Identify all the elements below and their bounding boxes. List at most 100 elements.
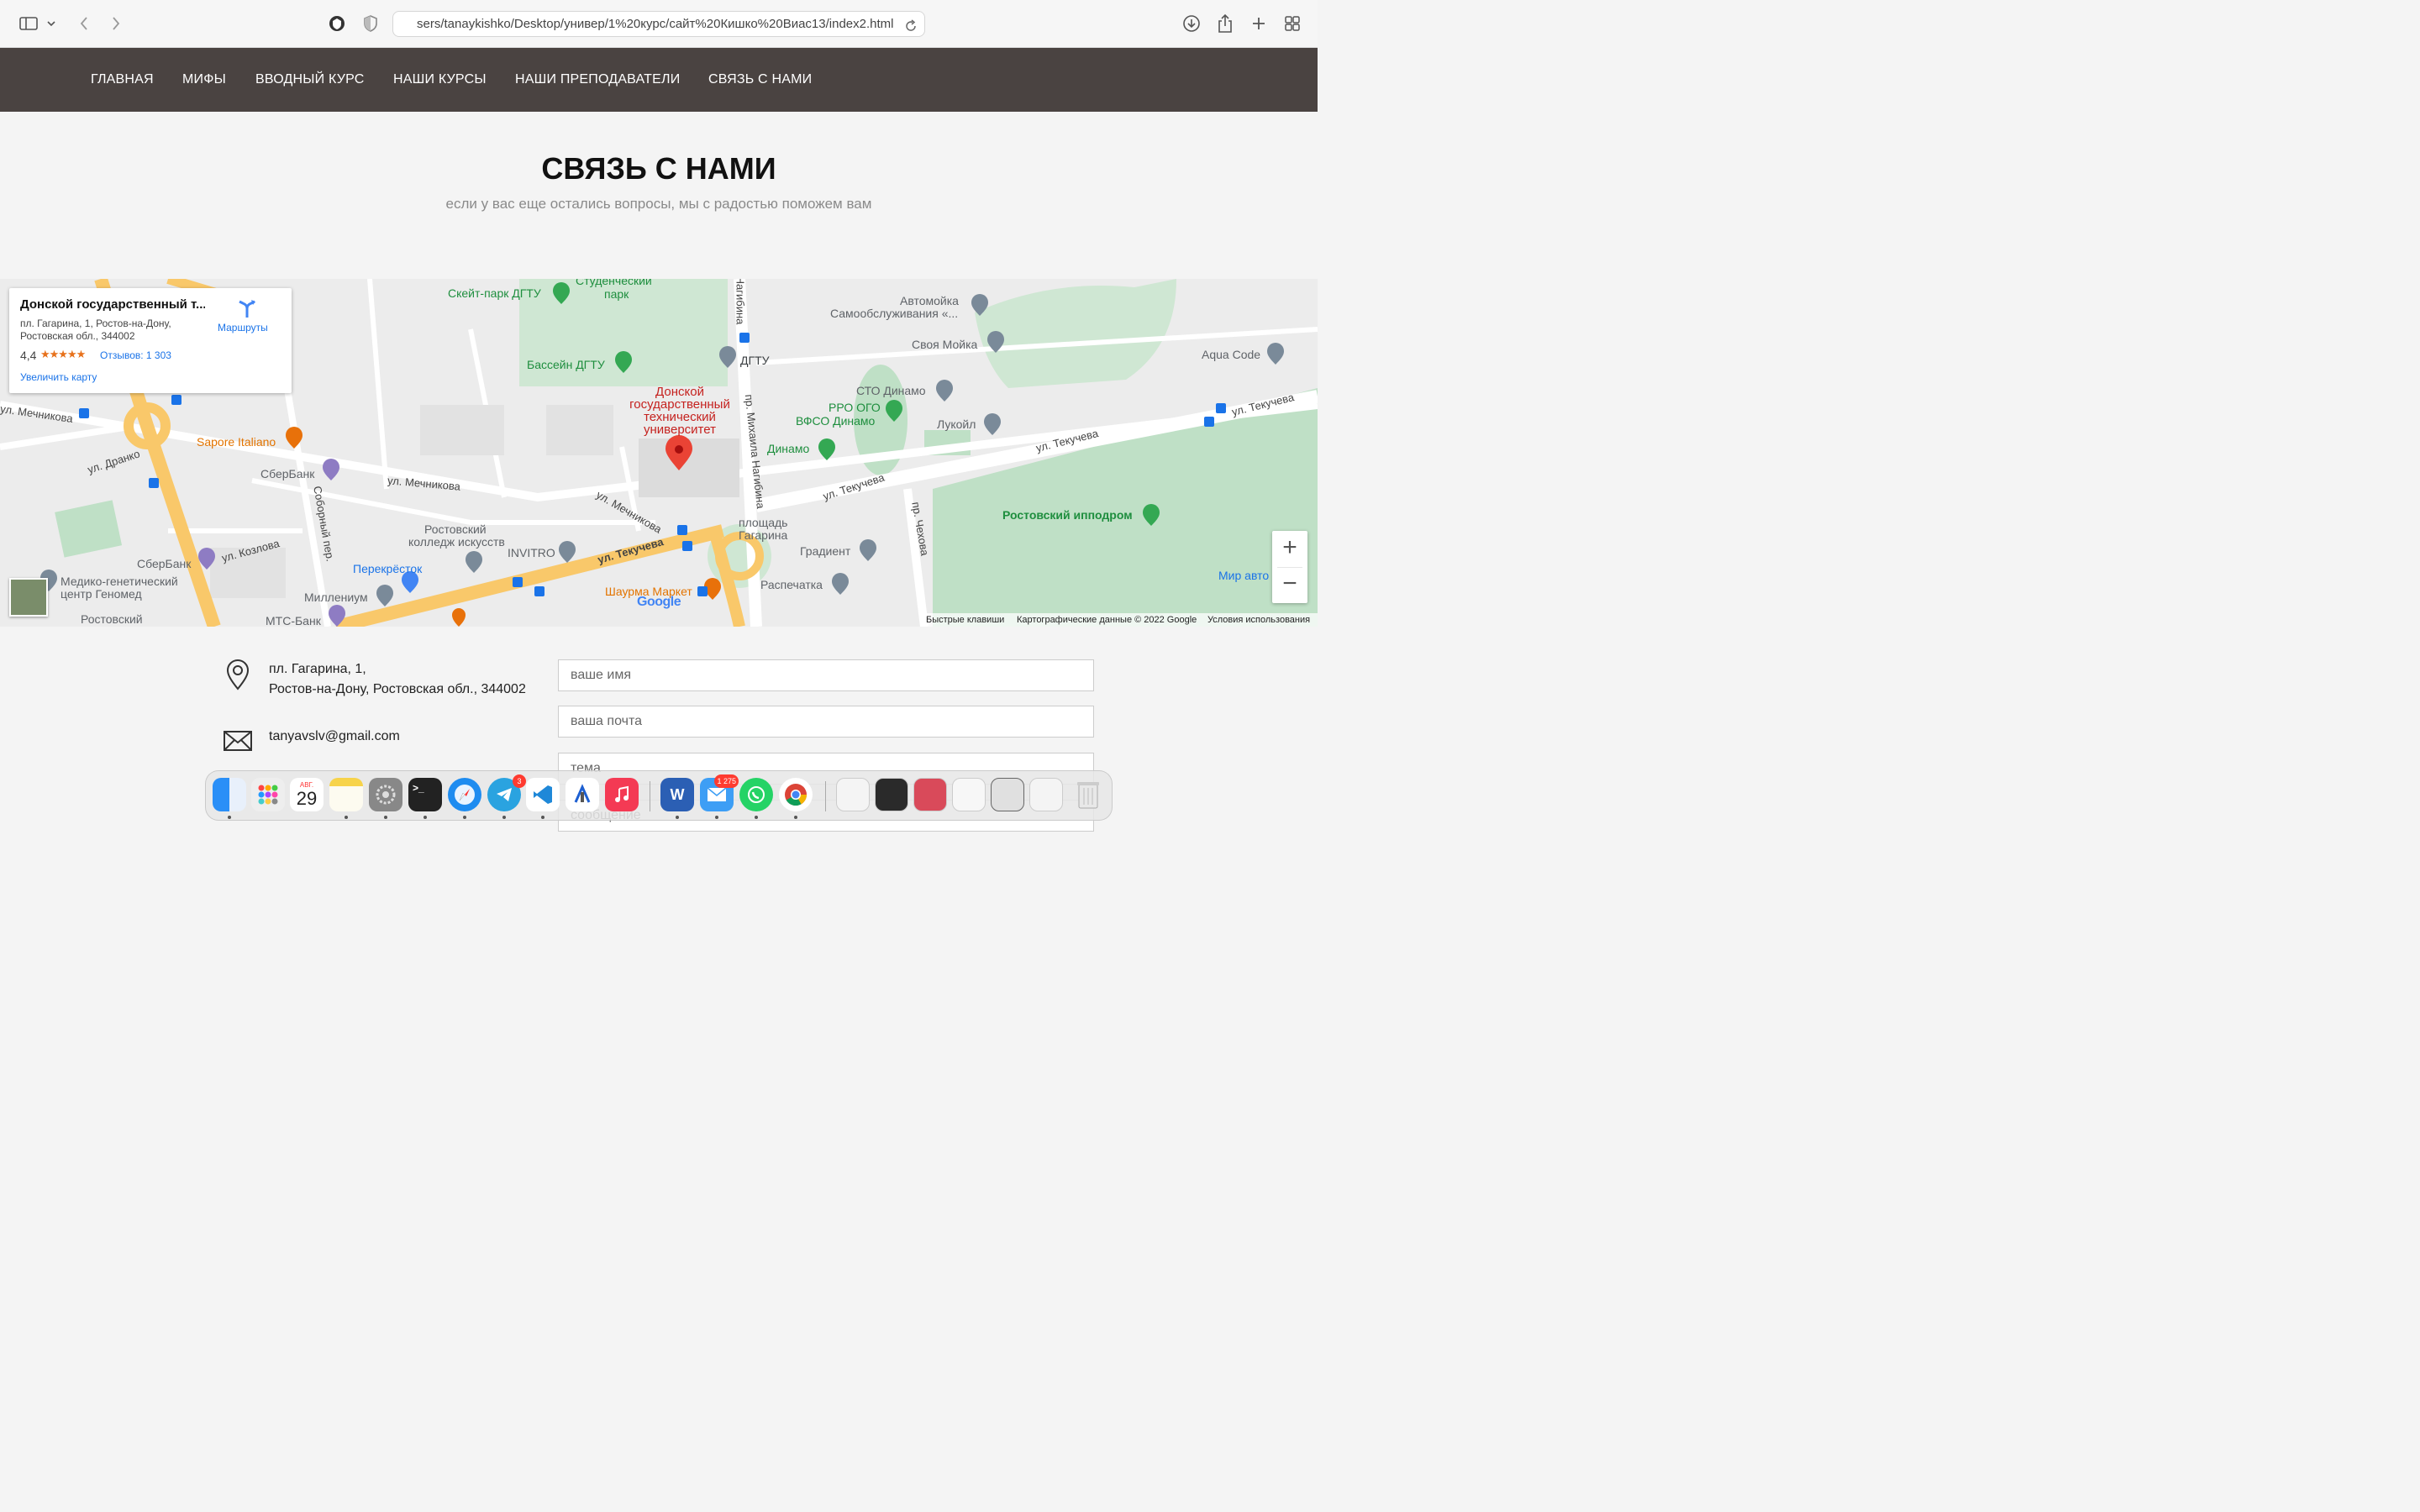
dock-separator bbox=[825, 781, 826, 811]
routes-link[interactable]: Маршруты bbox=[218, 322, 268, 333]
map-data-text[interactable]: Картографические данные © 2022 Google bbox=[1017, 613, 1197, 627]
keyboard-shortcuts-link[interactable]: Быстрые клавиши bbox=[926, 613, 1004, 627]
back-icon[interactable] bbox=[72, 12, 96, 35]
name-field[interactable]: ваше имя bbox=[558, 659, 1094, 691]
vscode-icon[interactable] bbox=[526, 778, 560, 811]
finder-icon[interactable] bbox=[213, 778, 246, 811]
address-bar[interactable]: sers/tanaykishko/Desktop/универ/1%20курс… bbox=[392, 11, 925, 37]
whatsapp-icon[interactable] bbox=[739, 778, 773, 811]
place-address-line2: Ростовская обл., 344002 bbox=[20, 330, 135, 342]
minimized-window-thumbnail[interactable] bbox=[952, 778, 986, 811]
zoom-controls: + − bbox=[1272, 531, 1307, 603]
running-indicator bbox=[715, 816, 718, 819]
minimized-window-thumbnail[interactable] bbox=[875, 778, 908, 811]
map-label-mts: МТС-Банк bbox=[266, 614, 321, 627]
nav-our-teachers[interactable]: НАШИ ПРЕПОДАВАТЕЛИ bbox=[515, 48, 680, 112]
system-preferences-icon[interactable] bbox=[369, 778, 402, 811]
url-text: sers/tanaykishko/Desktop/универ/1%20курс… bbox=[417, 17, 894, 31]
google-logo: Google bbox=[637, 595, 681, 610]
zoom-in-button[interactable]: + bbox=[1272, 531, 1307, 567]
map-label-lukoil: Лукойл bbox=[937, 417, 976, 431]
google-map[interactable]: Скейт-парк ДГТУ Студенческий парк Бассей… bbox=[0, 279, 1318, 627]
minimized-window-thumbnail[interactable] bbox=[1029, 778, 1063, 811]
map-info-card: Донской государственный т... пл. Гагарин… bbox=[9, 288, 292, 393]
map-label-vfso-dinamo: ВФСО Динамо bbox=[796, 414, 876, 428]
place-address-line1: пл. Гагарина, 1, Ростов-на-Дону, bbox=[20, 318, 171, 329]
chrome-icon[interactable] bbox=[779, 778, 813, 811]
nav-intro-course[interactable]: ВВОДНЫЙ КУРС bbox=[255, 48, 365, 112]
minimized-window-thumbnail[interactable] bbox=[991, 778, 1024, 811]
notes-icon[interactable] bbox=[329, 778, 363, 811]
reload-icon[interactable] bbox=[904, 17, 918, 36]
contact-address-line2: Ростов-на-Дону, Ростовская обл., 344002 bbox=[269, 682, 526, 696]
running-indicator bbox=[228, 816, 231, 819]
nav-home[interactable]: ГЛАВНАЯ bbox=[91, 48, 154, 112]
satellite-view-toggle[interactable] bbox=[9, 578, 48, 617]
enlarge-map-link[interactable]: Увеличить карту bbox=[20, 371, 97, 383]
telegram-badge: 3 bbox=[513, 774, 526, 788]
rating-stars-icon: ★★★★★ bbox=[40, 348, 86, 360]
place-title: Донской государственный т... bbox=[20, 297, 205, 312]
place-rating: 4,4 bbox=[20, 349, 37, 362]
minimized-window-thumbnail[interactable] bbox=[913, 778, 947, 811]
map-label-univ-1: Донской bbox=[655, 385, 704, 399]
safari-icon[interactable] bbox=[448, 778, 481, 811]
google-logo-text: Google bbox=[637, 595, 681, 609]
trash-icon[interactable] bbox=[1071, 778, 1105, 811]
envelope-icon bbox=[223, 729, 253, 757]
running-indicator bbox=[463, 816, 466, 819]
forward-icon[interactable] bbox=[104, 12, 128, 35]
map-label-sberbank-2: СберБанк bbox=[137, 557, 192, 570]
running-indicator bbox=[541, 816, 544, 819]
minimized-window-thumbnail[interactable] bbox=[836, 778, 870, 811]
zoom-out-button[interactable]: − bbox=[1272, 567, 1307, 603]
download-icon[interactable] bbox=[1180, 12, 1203, 35]
launchpad-icon[interactable] bbox=[251, 778, 285, 811]
mail-badge: 1 275 bbox=[714, 774, 739, 788]
nav-contact[interactable]: СВЯЗЬ С НАМИ bbox=[708, 48, 812, 112]
location-pin-icon bbox=[225, 659, 250, 695]
terms-link[interactable]: Условия использования bbox=[1207, 613, 1310, 627]
page-title: СВЯЗЬ С НАМИ bbox=[541, 151, 776, 186]
map-label-aqua-code: Aqua Code bbox=[1202, 348, 1261, 361]
xcode-icon[interactable] bbox=[566, 778, 599, 811]
nav-myths[interactable]: МИФЫ bbox=[182, 48, 226, 112]
reviews-link[interactable]: Отзывов: 1 303 bbox=[100, 349, 171, 361]
map-label-dinamo: Динамо bbox=[767, 442, 810, 455]
map-label-college-2: колледж искусств bbox=[408, 535, 505, 549]
contact-email[interactable]: tanyavslv@gmail.com bbox=[269, 727, 400, 747]
calendar-day: 29 bbox=[296, 787, 318, 809]
map-label-sto-dinamo: СТО Динамо bbox=[856, 384, 926, 397]
map-label-genomed-1: Медико-генетический bbox=[60, 575, 178, 588]
map-label-gradient: Градиент bbox=[800, 544, 851, 558]
tab-overview-icon[interactable] bbox=[1281, 12, 1304, 35]
map-label-ploshad-2: Гагарина bbox=[739, 528, 788, 542]
music-icon[interactable] bbox=[605, 778, 639, 811]
word-icon[interactable]: W bbox=[660, 778, 694, 811]
map-label-student-park: Студенческий bbox=[576, 279, 652, 287]
map-label-sapore: Sapore Italiano bbox=[197, 435, 276, 449]
running-indicator bbox=[384, 816, 387, 819]
shield-icon[interactable] bbox=[359, 12, 382, 35]
map-label-genomed-2: центр Геномед bbox=[60, 587, 142, 601]
terminal-icon[interactable]: >_ bbox=[408, 778, 442, 811]
privacy-icon[interactable] bbox=[325, 12, 349, 35]
telegram-icon[interactable]: 3 bbox=[487, 774, 526, 811]
calendar-icon[interactable]: АВГ. 29 bbox=[290, 778, 324, 811]
map-label-univ-3: технический bbox=[644, 410, 716, 424]
map-label-dgtu: ДГТУ bbox=[740, 354, 770, 367]
place-address: пл. Гагарина, 1, Ростов-на-Дону, Ростовс… bbox=[20, 318, 205, 343]
map-label-sberbank-1: СберБанк bbox=[260, 467, 315, 480]
sidebar-toggle-icon[interactable] bbox=[17, 12, 40, 35]
new-tab-icon[interactable] bbox=[1247, 12, 1270, 35]
mail-icon[interactable]: 1 275 bbox=[700, 774, 739, 811]
running-indicator bbox=[345, 816, 348, 819]
share-icon[interactable] bbox=[1213, 12, 1237, 35]
email-field[interactable]: ваша почта bbox=[558, 706, 1094, 738]
map-label-college-1: Ростовский bbox=[424, 522, 487, 536]
street-label-nagibina-2: Нагибина bbox=[734, 279, 747, 325]
contact-address: пл. Гагарина, 1, Ростов-на-Дону, Ростовс… bbox=[269, 659, 526, 700]
chevron-down-icon[interactable] bbox=[42, 12, 60, 35]
map-label-carwash-2: Самообслуживания «... bbox=[830, 307, 959, 320]
nav-our-courses[interactable]: НАШИ КУРСЫ bbox=[393, 48, 487, 112]
